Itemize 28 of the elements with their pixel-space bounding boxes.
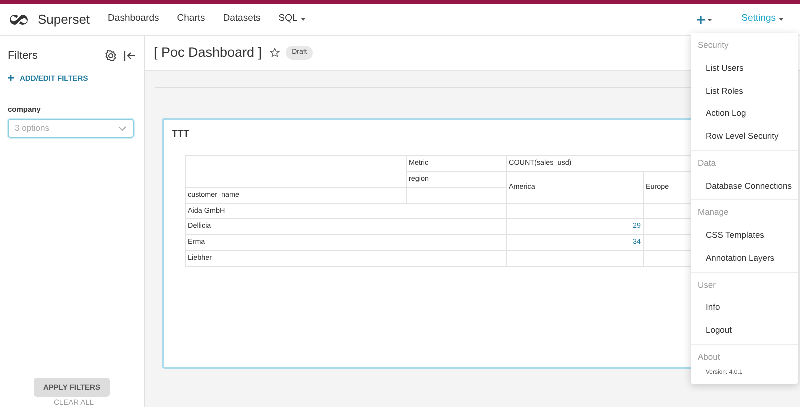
menu-item[interactable]: CSS Templates xyxy=(691,224,798,247)
nav-link[interactable]: Dashboards xyxy=(108,12,160,27)
menu-item[interactable]: List Users xyxy=(691,56,798,80)
menu-item[interactable]: Action Log xyxy=(691,102,798,125)
menu-item[interactable]: List Roles xyxy=(691,80,798,102)
menu-item[interactable]: Logout xyxy=(691,319,798,342)
menu-item[interactable]: Row Level Security xyxy=(691,125,798,148)
dashboard-title: [ Poc Dashboard ] xyxy=(154,44,262,62)
nav-link[interactable]: SQL xyxy=(278,12,298,27)
add-icon[interactable] xyxy=(696,16,712,24)
plus-icon[interactable] xyxy=(8,75,14,82)
menu-section-heading: User xyxy=(697,278,717,292)
brand-name[interactable]: Superset xyxy=(38,10,90,30)
chart-title: TTT xyxy=(172,128,190,142)
star-icon[interactable] xyxy=(270,48,280,58)
caret-icon xyxy=(779,18,784,21)
menu-section-heading: Manage xyxy=(697,206,730,220)
nav-link[interactable]: Datasets xyxy=(223,12,261,27)
nav-link[interactable]: Charts xyxy=(177,12,206,27)
settings-icon[interactable] xyxy=(105,50,117,62)
menu-section-heading: Data xyxy=(697,156,717,170)
menu-item[interactable]: Annotation Layers xyxy=(691,246,798,270)
menu-item[interactable]: Info xyxy=(691,296,798,319)
filters-title: Filters xyxy=(8,49,39,64)
collapse-icon[interactable] xyxy=(124,50,136,62)
menu-section-heading: About xyxy=(697,350,722,364)
chevron-icon xyxy=(118,126,127,132)
menu-section-heading: Security xyxy=(697,39,730,52)
